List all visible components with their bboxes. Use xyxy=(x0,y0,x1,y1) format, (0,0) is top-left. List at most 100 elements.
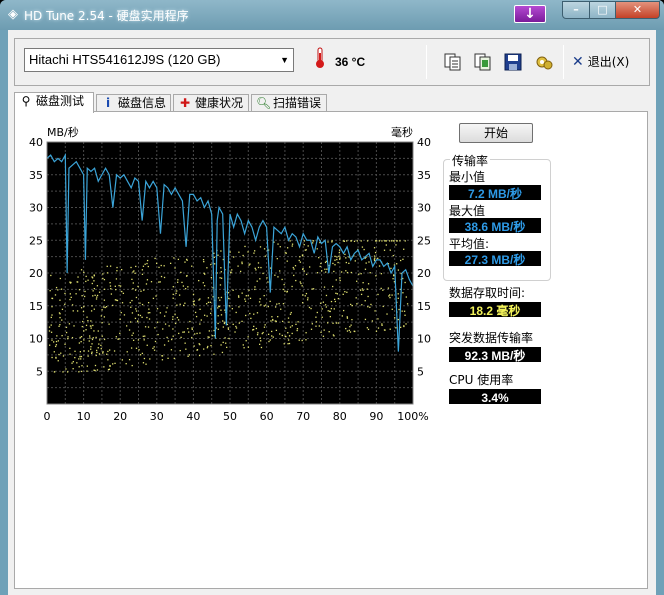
access-time-point xyxy=(179,349,181,352)
access-time-point xyxy=(198,354,201,357)
access-time-point xyxy=(172,293,174,296)
download-icon[interactable]: ↓ xyxy=(514,5,546,23)
access-time-point xyxy=(169,262,172,264)
access-time-point xyxy=(166,336,168,339)
chevron-down-icon[interactable]: ▼ xyxy=(280,49,289,71)
access-time-point xyxy=(145,363,147,365)
access-time-point xyxy=(396,240,398,242)
access-time-point xyxy=(277,276,279,278)
access-time-point xyxy=(72,368,74,370)
access-time-point xyxy=(54,345,57,348)
access-time-point xyxy=(173,257,175,259)
access-time-point xyxy=(337,297,340,300)
access-time-point xyxy=(219,299,221,301)
access-time-point xyxy=(86,316,88,318)
access-time-point xyxy=(166,307,168,309)
access-time-point xyxy=(82,310,85,313)
access-time-point xyxy=(373,255,376,257)
access-time-point xyxy=(281,320,284,323)
access-time-point xyxy=(287,317,290,319)
minimize-button[interactable]: – xyxy=(562,1,590,19)
access-time-point xyxy=(107,350,109,353)
access-time-point xyxy=(170,349,173,351)
access-time-point xyxy=(346,316,348,318)
access-time-point xyxy=(204,273,206,275)
options-icon[interactable] xyxy=(534,52,554,72)
access-time-point xyxy=(235,311,237,314)
access-time-point xyxy=(297,321,299,323)
access-time-point xyxy=(106,265,108,268)
access-time-point xyxy=(137,339,140,341)
access-time-point xyxy=(72,310,74,312)
access-time-point xyxy=(156,308,159,310)
access-time-value: 18.2 毫秒 xyxy=(449,302,541,317)
exit-button[interactable]: ✕ 退出(X) xyxy=(572,52,642,72)
drive-dropdown[interactable]: Hitachi HTS541612J9S (120 GB) ▼ xyxy=(24,48,294,72)
access-time-point xyxy=(283,343,285,345)
maximize-button[interactable]: □ xyxy=(589,1,616,19)
access-time-point xyxy=(321,270,323,272)
thermometer-icon xyxy=(316,47,324,68)
access-time-point xyxy=(369,272,371,274)
access-time-point xyxy=(349,326,351,328)
access-time-point xyxy=(66,371,69,373)
access-time-point xyxy=(387,287,390,289)
access-time-point xyxy=(217,305,220,307)
access-time-point xyxy=(67,336,69,338)
save-icon[interactable] xyxy=(503,52,523,72)
access-time-point xyxy=(114,285,116,287)
access-time-point xyxy=(147,301,150,304)
toolbar-separator xyxy=(563,45,564,79)
x-tick-label: 100% xyxy=(397,410,428,422)
access-time-point xyxy=(198,279,200,282)
access-time-point xyxy=(228,305,231,307)
access-time-point xyxy=(206,267,208,269)
access-time-point xyxy=(112,363,114,365)
y-tick-label-left: 10 xyxy=(29,333,43,346)
access-time-point xyxy=(107,359,109,361)
access-time-point xyxy=(210,308,212,310)
access-time-point xyxy=(79,336,81,339)
access-time-point xyxy=(211,335,213,337)
access-time-point xyxy=(207,301,210,304)
access-time-point xyxy=(192,300,195,303)
access-time-point xyxy=(315,321,318,323)
access-time-point xyxy=(262,272,264,275)
start-button[interactable]: 开始 xyxy=(459,123,533,143)
access-time-point xyxy=(244,245,246,248)
access-time-point xyxy=(81,295,83,297)
access-time-point xyxy=(389,328,391,330)
copy-screenshot-icon[interactable] xyxy=(473,52,493,72)
access-time-point xyxy=(54,294,57,296)
access-time-point xyxy=(326,268,328,270)
access-time-point xyxy=(217,307,219,309)
access-time-point xyxy=(49,344,51,346)
access-time-point xyxy=(312,288,315,290)
copy-text-icon[interactable] xyxy=(443,52,463,72)
access-time-point xyxy=(135,347,138,349)
access-time-point xyxy=(302,294,304,296)
close-button[interactable]: ✕ xyxy=(615,1,660,19)
y-tick-label-right: 30 xyxy=(417,202,431,215)
access-time-point xyxy=(220,309,222,311)
access-time-point xyxy=(143,357,146,360)
tab-benchmark[interactable]: ⚲ 磁盘测试 xyxy=(14,92,94,113)
min-rate-label: 最小值 xyxy=(449,170,486,184)
access-time-point xyxy=(108,349,111,351)
access-time-point xyxy=(134,317,137,320)
access-time-point xyxy=(160,264,162,267)
y-tick-label-left: 35 xyxy=(29,169,43,182)
access-time-point xyxy=(263,294,265,297)
access-time-point xyxy=(53,351,55,353)
access-time-point xyxy=(305,332,307,334)
access-time-point xyxy=(76,281,78,283)
access-time-point xyxy=(209,301,212,303)
access-time-label: 数据存取时间: xyxy=(449,286,526,300)
access-time-point xyxy=(279,270,281,272)
x-tick-label: 10 xyxy=(77,410,91,422)
access-time-point xyxy=(392,254,394,257)
access-time-point xyxy=(323,286,326,288)
access-time-point xyxy=(191,265,193,267)
access-time-point xyxy=(121,290,123,293)
access-time-point xyxy=(366,327,369,329)
